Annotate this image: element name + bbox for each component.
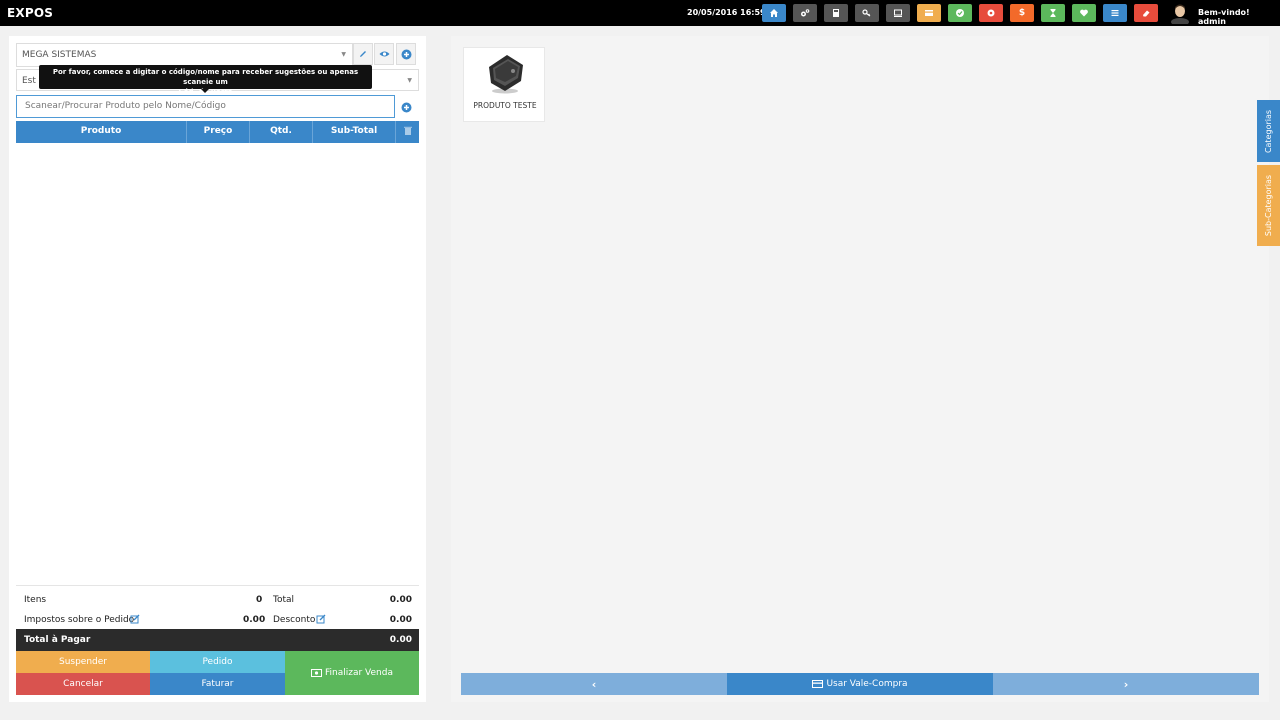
welcome-user[interactable]: Bem-vindo! admin <box>1198 8 1280 26</box>
monitor-button[interactable] <box>886 4 910 22</box>
chevron-left-icon: ‹ <box>591 677 597 691</box>
total-to-pay-value: 0.00 <box>389 635 412 645</box>
customer-select[interactable]: MEGA SISTEMAS ▼ <box>16 43 353 67</box>
product-grid-panel <box>451 36 1269 702</box>
dollar-icon: $ <box>1018 8 1026 18</box>
items-label: Itens <box>24 595 47 605</box>
brand-logo[interactable]: EXPOS <box>7 6 53 20</box>
approve-button[interactable] <box>948 4 972 22</box>
pending-button[interactable] <box>1041 4 1065 22</box>
list-icon <box>1111 10 1119 16</box>
order-table-header: Produto Preço Qtd. Sub-Total <box>16 121 419 143</box>
clear-button[interactable] <box>1134 4 1158 22</box>
product-search-input[interactable]: Scanear/Procurar Produto pelo Nome/Códig… <box>16 95 395 118</box>
col-price: Preço <box>203 126 233 136</box>
tooltip-line-1: Por favor, comece a digitar o código/nom… <box>52 68 359 86</box>
subcategories-tab-label: Sub-Categorias <box>1264 174 1273 237</box>
current-datetime: 20/05/2016 16:59 <box>687 8 766 17</box>
tax-value: 0.00 <box>243 615 266 625</box>
use-voucher-label: Usar Vale-Compra <box>826 679 908 689</box>
add-customer-button[interactable] <box>396 43 416 65</box>
payment-button[interactable] <box>917 4 941 22</box>
home-icon <box>770 9 778 17</box>
edit-tax-icon[interactable] <box>130 614 140 627</box>
product-image <box>489 55 523 94</box>
heart-icon <box>1080 9 1088 17</box>
top-navbar: EXPOS 20/05/2016 16:59 $ Bem-vindo! admi… <box>0 0 1280 26</box>
previous-page-button[interactable]: ‹ <box>461 673 727 695</box>
hourglass-icon <box>1050 9 1056 17</box>
warehouse-select-value: Est <box>22 76 36 86</box>
cogs-icon <box>801 9 810 17</box>
total-label: Total <box>273 595 295 605</box>
categories-tab[interactable]: Categorias <box>1257 100 1280 162</box>
suspend-button[interactable]: Suspender <box>16 651 150 673</box>
cash-button[interactable]: $ <box>1010 4 1034 22</box>
chevron-down-icon: ▼ <box>407 77 412 84</box>
edit-customer-button[interactable] <box>353 43 373 65</box>
subcategories-tab[interactable]: Sub-Categorias <box>1257 165 1280 246</box>
home-button[interactable] <box>762 4 786 22</box>
cancel-button[interactable]: Cancelar <box>16 673 150 695</box>
calculator-button[interactable] <box>824 4 848 22</box>
list-button[interactable] <box>1103 4 1127 22</box>
user-avatar[interactable] <box>1170 2 1190 26</box>
credit-card-icon <box>812 680 824 688</box>
config-button[interactable] <box>979 4 1003 22</box>
favorites-button[interactable] <box>1072 4 1096 22</box>
key-icon <box>862 9 871 17</box>
total-to-pay-label: Total à Pagar <box>24 635 91 645</box>
next-page-button[interactable]: › <box>993 673 1259 695</box>
discount-label: Desconto <box>273 615 316 625</box>
order-button[interactable]: Pedido <box>150 651 285 673</box>
product-card[interactable]: PRODUTO TESTE <box>463 47 545 122</box>
eye-icon <box>379 51 389 57</box>
items-value: 0 <box>256 595 263 605</box>
categories-tab-label: Categorias <box>1264 109 1274 153</box>
edit-discount-icon[interactable] <box>316 614 326 627</box>
key-button[interactable] <box>855 4 879 22</box>
search-tooltip: Por favor, comece a digitar o código/nom… <box>39 65 372 96</box>
chevron-right-icon: › <box>1123 677 1129 691</box>
col-qty: Qtd. <box>270 126 292 136</box>
product-name: PRODUTO TESTE <box>473 101 537 110</box>
use-voucher-button[interactable]: Usar Vale-Compra <box>727 673 993 695</box>
plus-circle-icon <box>401 49 411 59</box>
calculator-icon <box>833 9 839 17</box>
invoice-button[interactable]: Faturar <box>150 673 285 695</box>
col-product: Produto <box>80 126 122 136</box>
view-customer-button[interactable] <box>374 43 394 65</box>
eraser-icon <box>1143 10 1150 17</box>
plus-circle-icon <box>401 102 411 112</box>
add-product-button[interactable] <box>396 96 416 118</box>
total-to-pay-row: Total à Pagar 0.00 <box>16 629 419 651</box>
discount-value: 0.00 <box>389 615 412 625</box>
check-circle-icon <box>956 9 964 17</box>
cash-icon <box>311 669 322 677</box>
col-subtotal: Sub-Total <box>330 126 378 136</box>
customer-select-value: MEGA SISTEMAS <box>22 50 97 60</box>
settings-button[interactable] <box>793 4 817 22</box>
divider <box>16 585 419 586</box>
tax-label: Impostos sobre o Pedido <box>24 615 135 625</box>
credit-card-icon <box>925 10 933 16</box>
total-value: 0.00 <box>389 595 412 605</box>
finalize-sale-button[interactable]: Finalizar Venda <box>285 651 419 695</box>
trash-icon[interactable] <box>396 126 419 138</box>
gear-icon <box>987 9 995 17</box>
monitor-icon <box>894 9 902 17</box>
pencil-icon <box>360 51 366 57</box>
chevron-down-icon: ▼ <box>341 51 346 58</box>
finalize-sale-label: Finalizar Venda <box>325 668 393 678</box>
